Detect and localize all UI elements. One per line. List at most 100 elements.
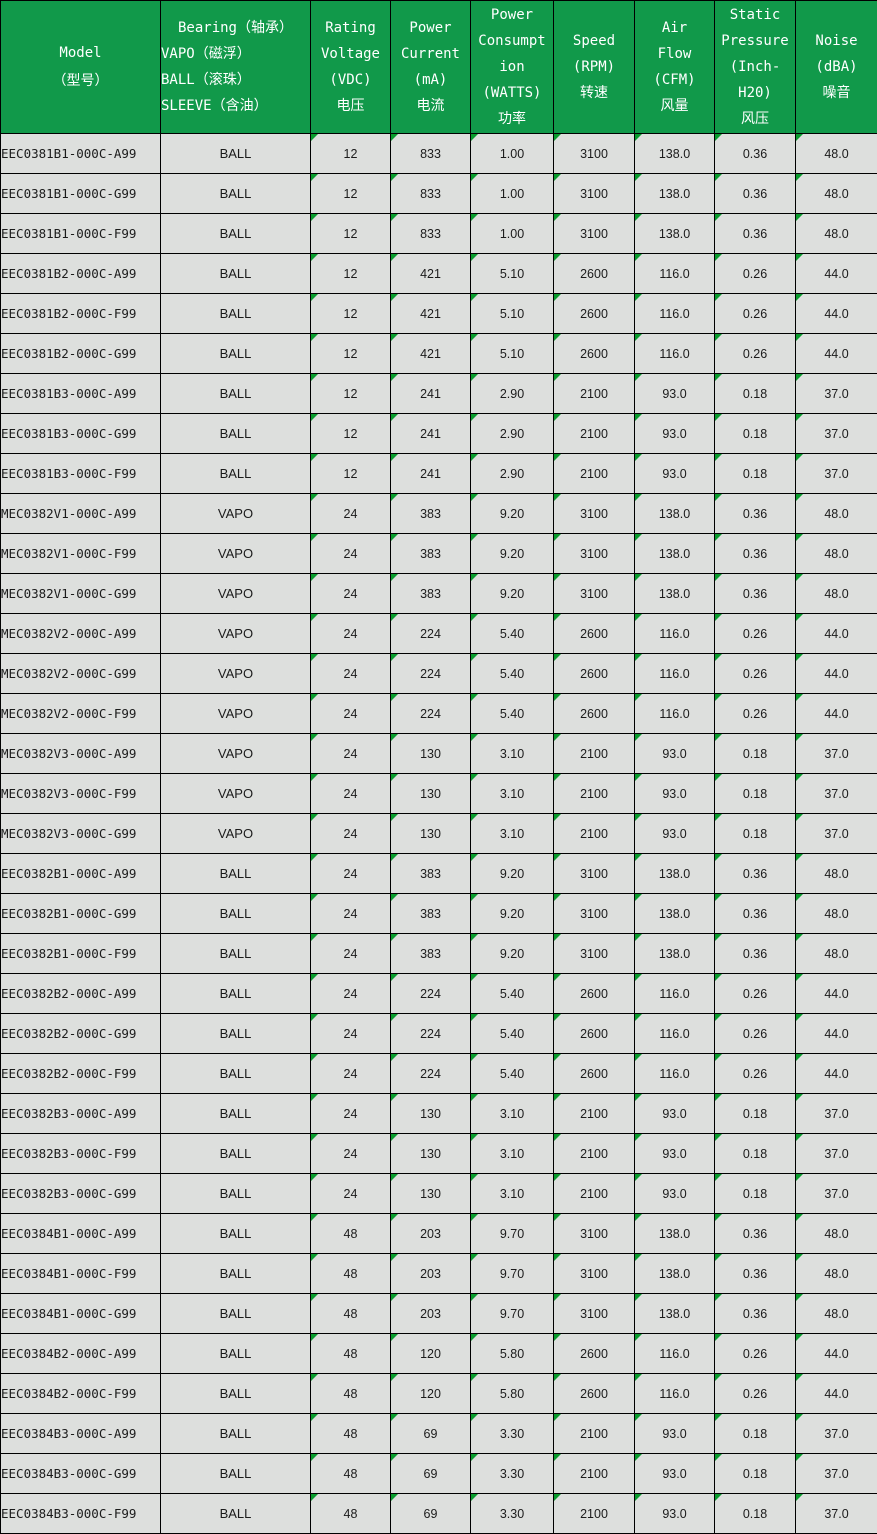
table-row[interactable]: EEC0382B1-000C-F99BALL243839.203100138.0… <box>1 934 877 974</box>
text-number-warning-icon <box>796 1494 803 1501</box>
table-row[interactable]: EEC0384B1-000C-A99BALL482039.703100138.0… <box>1 1214 877 1254</box>
table-row[interactable]: EEC0382B3-000C-F99BALL241303.10210093.00… <box>1 1134 877 1174</box>
cell-value: BALL <box>220 946 252 961</box>
column-header-line: Flow <box>635 41 714 67</box>
cell-bearing: BALL <box>161 1454 311 1494</box>
table-row[interactable]: EEC0381B2-000C-G99BALL124215.102600116.0… <box>1 334 877 374</box>
column-header-line: (mA) <box>391 67 470 93</box>
table-row[interactable]: MEC0382V1-000C-G99VAPO243839.203100138.0… <box>1 574 877 614</box>
text-number-warning-icon <box>391 1294 398 1301</box>
cell-value: BALL <box>220 1506 252 1521</box>
table-row[interactable]: EEC0382B2-000C-A99BALL242245.402600116.0… <box>1 974 877 1014</box>
cell-value: 0.36 <box>743 507 767 521</box>
table-row[interactable]: EEC0384B2-000C-F99BALL481205.802600116.0… <box>1 1374 877 1414</box>
table-row[interactable]: EEC0382B3-000C-A99BALL241303.10210093.00… <box>1 1094 877 1134</box>
text-number-warning-icon <box>635 494 642 501</box>
table-row[interactable]: MEC0382V3-000C-G99VAPO241303.10210093.00… <box>1 814 877 854</box>
cell-value: 48 <box>344 1227 358 1241</box>
cell-noise: 48.0 <box>796 574 877 614</box>
table-row[interactable]: EEC0381B3-000C-F99BALL122412.90210093.00… <box>1 454 877 494</box>
text-number-warning-icon <box>311 334 318 341</box>
table-row[interactable]: MEC0382V2-000C-G99VAPO242245.402600116.0… <box>1 654 877 694</box>
text-number-warning-icon <box>471 1054 478 1061</box>
text-number-warning-icon <box>471 1014 478 1021</box>
table-row[interactable]: EEC0381B2-000C-A99BALL124215.102600116.0… <box>1 254 877 294</box>
cell-value: 138.0 <box>659 147 690 161</box>
cell-value: 0.18 <box>743 1507 767 1521</box>
table-row[interactable]: MEC0382V2-000C-A99VAPO242245.402600116.0… <box>1 614 877 654</box>
table-row[interactable]: EEC0384B3-000C-F99BALL48693.30210093.00.… <box>1 1494 877 1534</box>
cell-static-pressure: 0.36 <box>715 494 796 534</box>
cell-rating-voltage: 12 <box>311 254 391 294</box>
cell-rating-voltage: 12 <box>311 454 391 494</box>
cell-bearing: BALL <box>161 254 311 294</box>
cell-value: BALL <box>220 866 252 881</box>
table-row[interactable]: EEC0382B2-000C-F99BALL242245.402600116.0… <box>1 1054 877 1094</box>
cell-rating-voltage: 48 <box>311 1494 391 1534</box>
table-row[interactable]: EEC0384B1-000C-F99BALL482039.703100138.0… <box>1 1254 877 1294</box>
cell-value: 93.0 <box>662 787 686 801</box>
cell-noise: 48.0 <box>796 1294 877 1334</box>
cell-value: 93.0 <box>662 1187 686 1201</box>
column-header-line: Consumpt <box>471 28 553 54</box>
cell-value: EEC0382B3-000C-F99 <box>1 1146 136 1161</box>
table-row[interactable]: EEC0381B1-000C-A99BALL128331.003100138.0… <box>1 134 877 174</box>
table-row[interactable]: MEC0382V3-000C-F99VAPO241303.10210093.00… <box>1 774 877 814</box>
cell-model: EEC0382B2-000C-F99 <box>1 1054 161 1094</box>
text-number-warning-icon <box>391 694 398 701</box>
cell-speed: 3100 <box>554 934 635 974</box>
cell-model: MEC0382V2-000C-G99 <box>1 654 161 694</box>
text-number-warning-icon <box>311 174 318 181</box>
cell-rating-voltage: 24 <box>311 974 391 1014</box>
cell-static-pressure: 0.36 <box>715 854 796 894</box>
cell-value: 116.0 <box>659 307 689 321</box>
table-row[interactable]: EEC0382B1-000C-G99BALL243839.203100138.0… <box>1 894 877 934</box>
text-number-warning-icon <box>554 614 561 621</box>
column-header-line: H20) <box>715 80 795 106</box>
cell-value: MEC0382V3-000C-G99 <box>1 826 136 841</box>
text-number-warning-icon <box>391 414 398 421</box>
column-header-line: SLEEVE（含油） <box>161 93 310 119</box>
table-row[interactable]: EEC0381B2-000C-F99BALL124215.102600116.0… <box>1 294 877 334</box>
cell-bearing: VAPO <box>161 734 311 774</box>
cell-bearing: BALL <box>161 1174 311 1214</box>
table-row[interactable]: EEC0381B3-000C-A99BALL122412.90210093.00… <box>1 374 877 414</box>
text-number-warning-icon <box>554 1054 561 1061</box>
text-number-warning-icon <box>635 894 642 901</box>
cell-noise: 37.0 <box>796 374 877 414</box>
cell-value: 0.26 <box>743 1067 767 1081</box>
column-header-line: (Inch- <box>715 54 795 80</box>
table-row[interactable]: EEC0384B1-000C-G99BALL482039.703100138.0… <box>1 1294 877 1334</box>
cell-air-flow: 138.0 <box>635 1254 715 1294</box>
text-number-warning-icon <box>311 854 318 861</box>
cell-value: 48.0 <box>824 907 848 921</box>
table-row[interactable]: EEC0381B3-000C-G99BALL122412.90210093.00… <box>1 414 877 454</box>
table-row[interactable]: EEC0384B2-000C-A99BALL481205.802600116.0… <box>1 1334 877 1374</box>
table-row[interactable]: EEC0382B1-000C-A99BALL243839.203100138.0… <box>1 854 877 894</box>
text-number-warning-icon <box>554 134 561 141</box>
table-row[interactable]: MEC0382V1-000C-F99VAPO243839.203100138.0… <box>1 534 877 574</box>
table-row[interactable]: EEC0382B3-000C-G99BALL241303.10210093.00… <box>1 1174 877 1214</box>
text-number-warning-icon <box>311 1334 318 1341</box>
cell-power-current: 241 <box>391 374 471 414</box>
cell-value: 5.80 <box>500 1387 524 1401</box>
table-row[interactable]: EEC0381B1-000C-G99BALL128331.003100138.0… <box>1 174 877 214</box>
table-row[interactable]: MEC0382V2-000C-F99VAPO242245.402600116.0… <box>1 694 877 734</box>
table-row[interactable]: EEC0382B2-000C-G99BALL242245.402600116.0… <box>1 1014 877 1054</box>
cell-value: 69 <box>424 1467 438 1481</box>
column-header-line: ion <box>471 54 553 80</box>
table-row[interactable]: EEC0384B3-000C-G99BALL48693.30210093.00.… <box>1 1454 877 1494</box>
cell-speed: 2100 <box>554 774 635 814</box>
cell-value: 241 <box>420 427 441 441</box>
table-row[interactable]: MEC0382V3-000C-A99VAPO241303.10210093.00… <box>1 734 877 774</box>
cell-value: 833 <box>420 147 441 161</box>
cell-power-consumption: 9.20 <box>471 534 554 574</box>
text-number-warning-icon <box>471 574 478 581</box>
cell-value: 2600 <box>580 1347 608 1361</box>
table-row[interactable]: EEC0381B1-000C-F99BALL128331.003100138.0… <box>1 214 877 254</box>
cell-speed: 2100 <box>554 1134 635 1174</box>
table-row[interactable]: EEC0384B3-000C-A99BALL48693.30210093.00.… <box>1 1414 877 1454</box>
table-row[interactable]: MEC0382V1-000C-A99VAPO243839.203100138.0… <box>1 494 877 534</box>
cell-noise: 37.0 <box>796 774 877 814</box>
cell-static-pressure: 0.18 <box>715 374 796 414</box>
